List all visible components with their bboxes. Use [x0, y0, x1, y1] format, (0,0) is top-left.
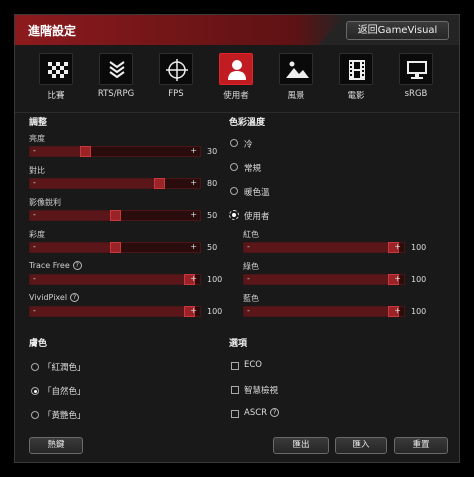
color-temp-option-label: 常規 [244, 164, 262, 174]
blue-label: 藍色 [243, 294, 259, 303]
saturation-label: 彩度 [29, 230, 45, 239]
slider-knob[interactable] [109, 242, 121, 253]
green-slider[interactable]: - + [243, 274, 405, 285]
page-title: 進階設定 [28, 24, 77, 38]
saturation-value: 50 [207, 243, 218, 252]
green-value: 100 [411, 275, 427, 284]
rank-chevron-icon [99, 53, 133, 85]
color-temp-option-label: 冷 [244, 140, 253, 150]
crosshair-icon [159, 53, 193, 85]
skin-reddish-radio[interactable] [31, 363, 39, 371]
contrast-value: 80 [207, 179, 218, 188]
brightness-label: 亮度 [29, 134, 45, 143]
green-label: 綠色 [243, 262, 259, 271]
header-bar: 進階設定 返回GameVisual [15, 15, 459, 45]
mode-label: sRGB [404, 89, 428, 99]
hotkey-button[interactable]: 熱鍵 [29, 437, 83, 454]
adjust-section-title: 調整 [29, 118, 48, 128]
slider-knob[interactable] [109, 210, 121, 221]
smart-view-checkbox[interactable] [231, 386, 239, 394]
mode-label: 風景 [287, 91, 305, 101]
help-icon[interactable]: ? [72, 261, 82, 270]
ascr-label: ASCR? [244, 408, 280, 418]
trace-free-value: 100 [207, 275, 223, 284]
slider-knob[interactable] [153, 178, 165, 189]
color-temp-option-label: 暖色溫 [244, 188, 270, 198]
skin-yellowish-radio[interactable] [31, 411, 39, 419]
mode-scenery[interactable]: 風景 [269, 53, 323, 109]
vividpixel-label: VividPixel? [29, 293, 80, 302]
skin-option-label: 「黃艷色」 [43, 411, 86, 421]
back-to-gamevisual-button[interactable]: 返回GameVisual [346, 21, 449, 40]
mode-user[interactable]: 使用者 [209, 53, 263, 109]
skin-natural-radio[interactable] [31, 387, 39, 395]
skin-tone-section-title: 膚色 [29, 339, 48, 349]
red-value: 100 [411, 243, 427, 252]
color-temp-section-title: 色彩溫度 [229, 118, 266, 128]
monitor-icon [399, 53, 433, 85]
trace-free-slider[interactable]: - + [29, 274, 201, 285]
mode-label: 電影 [347, 91, 365, 101]
mode-cinema[interactable]: 電影 [329, 53, 383, 109]
mode-fps[interactable]: FPS [149, 53, 203, 109]
checkered-flag-icon [39, 53, 73, 85]
vividpixel-value: 100 [207, 307, 223, 316]
contrast-label: 對比 [29, 166, 45, 175]
red-label: 紅色 [243, 230, 259, 239]
color-temp-warm-radio[interactable] [230, 187, 238, 195]
saturation-slider[interactable]: - + [29, 242, 201, 253]
eco-checkbox[interactable] [231, 362, 239, 370]
mode-label: FPS [168, 89, 184, 99]
mode-label: RTS/RPG [97, 89, 135, 99]
user-icon [219, 53, 253, 85]
import-button[interactable]: 匯入 [335, 437, 387, 454]
reset-button[interactable]: 重置 [394, 437, 448, 454]
color-temp-option-label: 使用者 [244, 212, 270, 222]
mode-racing[interactable]: 比賽 [29, 53, 83, 109]
mode-rts-rpg[interactable]: RTS/RPG [89, 53, 143, 109]
export-button[interactable]: 匯出 [273, 437, 329, 454]
blue-slider[interactable]: - + [243, 306, 405, 317]
mode-bar: 比賽 RTS/RPG FPS 使用者 風景 電影 sRGB [15, 45, 459, 113]
contrast-slider[interactable]: - + [29, 178, 201, 189]
color-temp-normal-radio[interactable] [230, 163, 238, 171]
skin-option-label: 「自然色」 [43, 387, 86, 397]
red-slider[interactable]: - + [243, 242, 405, 253]
color-temp-cool-radio[interactable] [230, 139, 238, 147]
brightness-value: 30 [207, 147, 218, 156]
smart-view-label: 智慧檢視 [244, 386, 279, 396]
options-section-title: 選項 [229, 339, 248, 349]
sharpness-label: 影像銳利 [29, 198, 61, 207]
sharpness-value: 50 [207, 211, 218, 220]
mode-label: 比賽 [47, 91, 65, 101]
slider-knob[interactable] [79, 146, 91, 157]
film-icon [339, 53, 373, 85]
mountain-icon [279, 53, 313, 85]
trace-free-label: Trace Free? [29, 261, 82, 270]
mode-label: 使用者 [223, 91, 249, 101]
blue-value: 100 [411, 307, 427, 316]
help-icon[interactable]: ? [270, 408, 280, 417]
vividpixel-slider[interactable]: - + [29, 306, 201, 317]
advanced-settings-panel: 進階設定 返回GameVisual 比賽 RTS/RPG FPS 使用者 風景 … [14, 14, 460, 463]
eco-label: ECO [244, 360, 262, 370]
color-temp-user-radio[interactable] [229, 210, 239, 220]
ascr-checkbox[interactable] [231, 410, 239, 418]
brightness-slider[interactable]: - + [29, 146, 201, 157]
help-icon[interactable]: ? [70, 293, 80, 302]
skin-option-label: 「紅潤色」 [43, 363, 86, 373]
sharpness-slider[interactable]: - + [29, 210, 201, 221]
mode-srgb[interactable]: sRGB [389, 53, 443, 109]
